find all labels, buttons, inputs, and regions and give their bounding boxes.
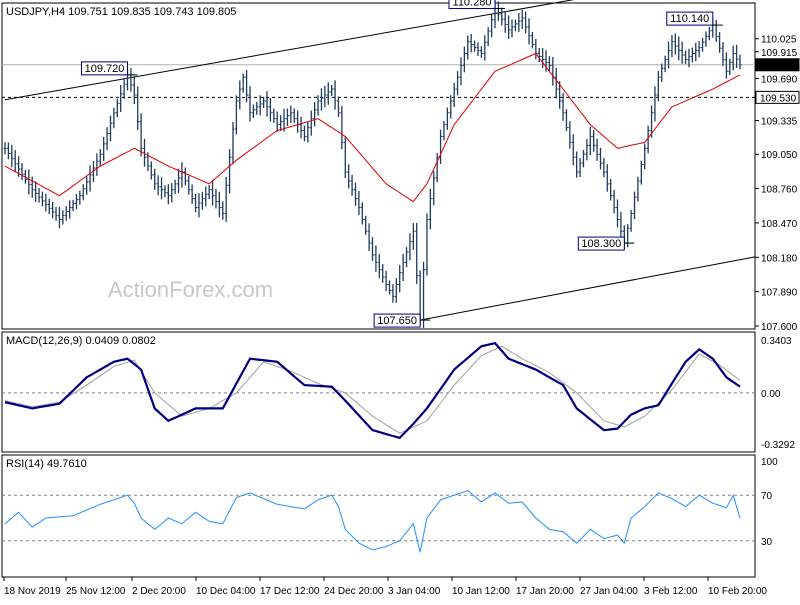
price-y-tick-label: 108.180: [761, 253, 798, 264]
macd-y-tick-label: 0.00: [761, 389, 781, 400]
forex-chart: ActionForex.com USDJPY,H4 109.751 109.835…: [0, 0, 800, 600]
price-annotation-label: 109.720: [85, 63, 125, 75]
x-tick-label: 24 Dec 20:00: [324, 586, 384, 597]
rsi-pane-frame: [1, 454, 756, 578]
x-tick-label: 2 Dec 20:00: [132, 586, 186, 597]
price-y-tick-label: 109.915: [761, 48, 798, 59]
price-y-tick-label: 109.335: [761, 116, 798, 127]
x-tick-label: 10 Dec 04:00: [196, 586, 256, 597]
macd-y-tick-label: 0.3403: [761, 336, 792, 347]
price-annotation-label: 108.300: [581, 238, 621, 250]
rsi-header: RSI(14) 49.7610: [6, 458, 87, 470]
x-tick-label: 3 Feb 12:00: [644, 586, 698, 597]
x-tick-label: 17 Jan 20:00: [516, 586, 574, 597]
rsi-y-tick-label: 70: [761, 491, 773, 502]
x-tick-label: 3 Jan 04:00: [388, 586, 441, 597]
x-tick-label: 27 Jan 04:00: [580, 586, 638, 597]
macd-y-tick-label: -0.3292: [761, 440, 795, 451]
price-y-tick-label: 109.805: [760, 61, 797, 72]
price-annotation-label: 110.140: [670, 13, 709, 25]
x-tick-label: 17 Dec 12:00: [260, 586, 320, 597]
price-y-tick-label: 109.530: [760, 93, 797, 104]
price-annotation-label: 107.650: [377, 315, 417, 327]
price-annotation-label: 110.280: [453, 0, 492, 9]
x-tick-label: 18 Nov 2019: [4, 586, 61, 597]
x-tick-label: 25 Nov 12:00: [66, 586, 126, 597]
macd-pane-frame: [1, 331, 756, 453]
price-y-tick-label: 107.600: [761, 322, 798, 333]
price-header: USDJPY,H4 109.751 109.835 109.743 109.80…: [6, 6, 236, 18]
price-y-tick-label: 110.025: [761, 35, 797, 46]
watermark: ActionForex.com: [108, 277, 273, 302]
rsi-y-tick-label: 30: [761, 537, 773, 548]
rsi-y-tick-label: 100: [761, 457, 778, 468]
x-tick-label: 10 Jan 12:00: [452, 586, 510, 597]
x-tick-label: 10 Feb 20:00: [708, 586, 767, 597]
price-y-tick-label: 109.050: [761, 150, 798, 161]
macd-header: MACD(12,26,9) 0.0409 0.0802: [6, 335, 156, 347]
price-y-tick-label: 109.690: [761, 74, 798, 85]
price-y-tick-label: 107.890: [761, 288, 798, 299]
chart-svg: ActionForex.com USDJPY,H4 109.751 109.835…: [1, 0, 800, 597]
price-y-tick-label: 108.760: [761, 185, 798, 196]
price-y-tick-label: 108.470: [761, 219, 798, 230]
